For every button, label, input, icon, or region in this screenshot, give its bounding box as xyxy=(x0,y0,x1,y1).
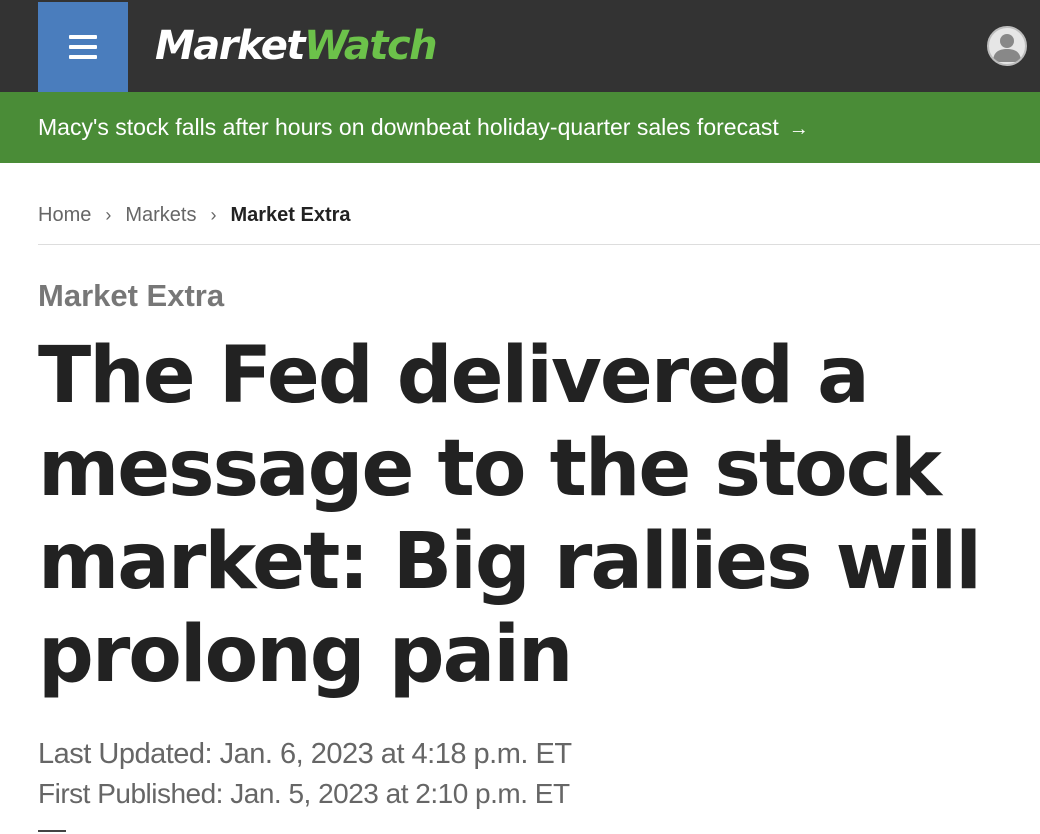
breadcrumb-home[interactable]: Home xyxy=(38,198,91,232)
logo-text-market: Market xyxy=(155,23,305,69)
breadcrumb-markets[interactable]: Markets xyxy=(125,198,196,232)
article-section-label[interactable]: Market Extra xyxy=(38,278,224,314)
breaking-news-headline: Macy's stock falls after hours on downbe… xyxy=(38,114,779,140)
content-divider-mark xyxy=(38,830,66,832)
breaking-news-banner[interactable]: Macy's stock falls after hours on downbe… xyxy=(0,92,1040,163)
breadcrumb-market-extra: Market Extra xyxy=(230,204,351,226)
article-headline: The Fed delivered a message to the stock… xyxy=(38,331,982,700)
user-avatar-icon[interactable] xyxy=(987,26,1027,66)
breadcrumb-divider xyxy=(38,244,1040,245)
chevron-right-icon: › xyxy=(105,205,112,225)
user-silhouette-icon xyxy=(993,34,1021,62)
marketwatch-logo[interactable]: MarketWatch xyxy=(155,16,438,76)
first-published-timestamp: First Published: Jan. 5, 2023 at 2:10 p.… xyxy=(38,778,570,809)
logo-text-watch: Watch xyxy=(303,23,438,69)
chevron-right-icon: › xyxy=(210,205,217,225)
last-updated-timestamp: Last Updated: Jan. 6, 2023 at 4:18 p.m. … xyxy=(38,738,572,770)
breaking-news-link[interactable]: Macy's stock falls after hours on downbe… xyxy=(38,92,809,163)
hamburger-menu-button[interactable] xyxy=(38,2,128,92)
arrow-right-icon: → xyxy=(788,118,809,140)
breadcrumb: Home › Markets › Market Extra xyxy=(38,198,351,232)
top-navigation-bar: MarketWatch xyxy=(0,0,1040,92)
hamburger-icon xyxy=(69,35,97,39)
